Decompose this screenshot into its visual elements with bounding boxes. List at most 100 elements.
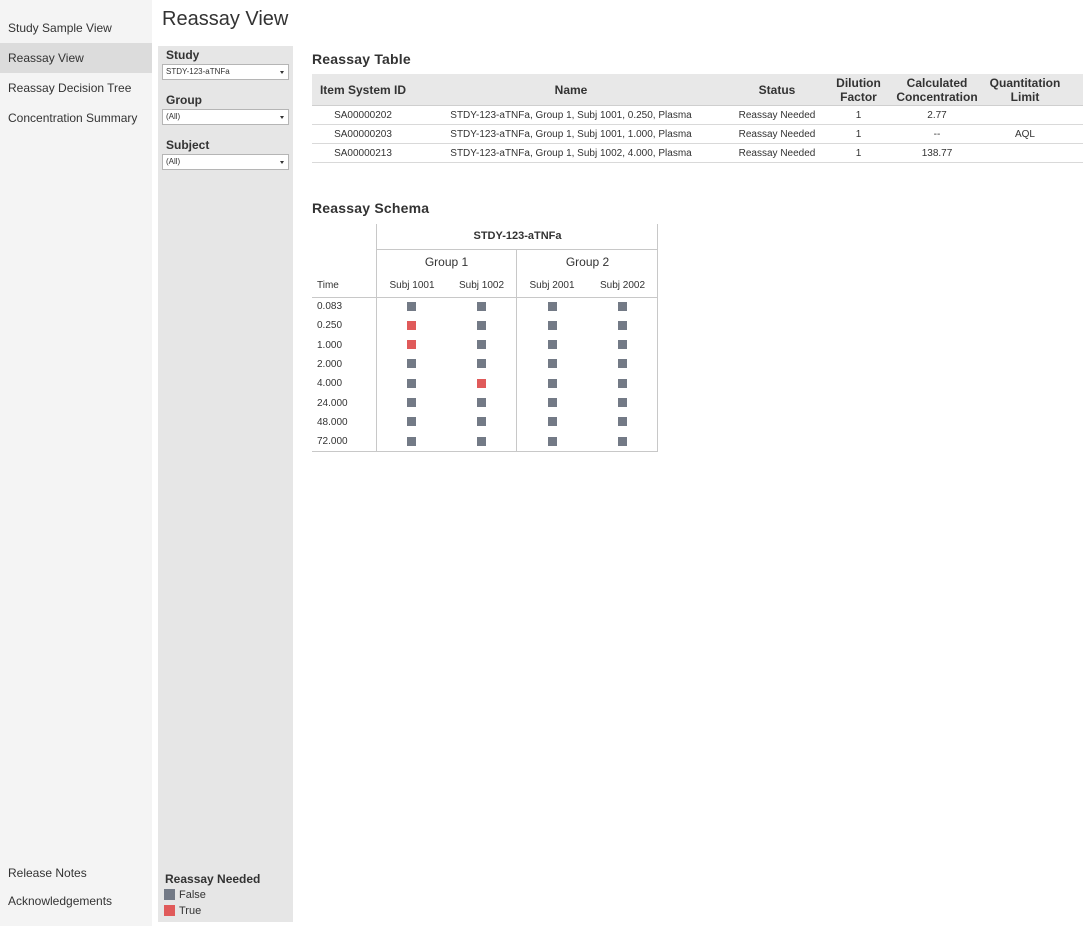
schema-cell-reassay-false[interactable] <box>617 378 627 388</box>
schema-cell-reassay-false[interactable] <box>547 378 557 388</box>
page-title: Reassay View <box>162 8 289 30</box>
schema-subject-header: Subj 2002 <box>599 280 646 291</box>
schema-cell-reassay-false[interactable] <box>617 320 627 330</box>
schema-cell-reassay-false[interactable] <box>476 340 486 350</box>
schema-cell-reassay-false[interactable] <box>617 301 627 311</box>
schema-cell-reassay-false[interactable] <box>406 301 416 311</box>
legend-label-false: False <box>179 889 206 901</box>
schema-subject-header: Subj 1001 <box>389 280 435 291</box>
cell-status: Reassay Needed <box>738 148 816 159</box>
legend-item-false[interactable]: False <box>164 889 206 902</box>
nav-item-acknowledgements[interactable]: Acknowledgements <box>0 886 152 916</box>
schema-cell-reassay-false[interactable] <box>617 436 627 446</box>
cell-item-id: SA00000202 <box>334 110 392 121</box>
schema-time-label: 72.000 <box>317 436 348 448</box>
schema-cell-reassay-false[interactable] <box>476 320 486 330</box>
nav-item-reassay-view[interactable]: Reassay View <box>0 43 152 73</box>
divider <box>377 249 658 250</box>
schema-cell-reassay-true[interactable] <box>406 320 416 330</box>
table-row[interactable]: SA00000202 STDY-123-aTNFa, Group 1, Subj… <box>312 106 1083 125</box>
schema-group-header: Group 1 <box>424 255 469 269</box>
header-calc-line2: Concentration <box>896 90 978 104</box>
schema-cell-reassay-false[interactable] <box>406 378 416 388</box>
left-nav: Study Sample View Reassay View Reassay D… <box>0 0 152 926</box>
study-dropdown-value: STDY-123-aTNFa <box>166 67 230 76</box>
schema-cell-reassay-true[interactable] <box>476 378 486 388</box>
cell-name: STDY-123-aTNFa, Group 1, Subj 1002, 4.00… <box>450 148 692 159</box>
study-dropdown[interactable]: STDY-123-aTNFa <box>162 64 289 80</box>
cell-dilution: 1 <box>855 110 862 121</box>
schema-cell-reassay-false[interactable] <box>406 436 416 446</box>
schema-cell-reassay-false[interactable] <box>476 359 486 369</box>
schema-group-header: Group 2 <box>565 255 610 269</box>
table-row[interactable]: SA00000203 STDY-123-aTNFa, Group 1, Subj… <box>312 125 1083 144</box>
cell-dilution: 1 <box>855 129 862 140</box>
schema-time-header: Time <box>317 280 339 291</box>
header-status[interactable]: Status <box>717 83 837 97</box>
cell-item-id: SA00000203 <box>334 129 392 140</box>
table-header: Item System ID Name Status Dilution Fact… <box>312 74 1083 106</box>
schema-cell-reassay-false[interactable] <box>617 417 627 427</box>
schema-cell-reassay-false[interactable] <box>406 359 416 369</box>
cell-quant: AQL <box>1014 129 1035 140</box>
schema-cell-reassay-false[interactable] <box>476 398 486 407</box>
schema-cell-reassay-true[interactable] <box>406 340 416 350</box>
header-quantitation-limit[interactable]: Quantitation Limit <box>984 76 1066 104</box>
schema-time-label: 1.000 <box>317 339 343 351</box>
legend-item-true[interactable]: True <box>164 905 201 918</box>
schema-cell-reassay-false[interactable] <box>547 359 557 369</box>
schema-time-label: 0.250 <box>317 320 343 332</box>
table-row[interactable]: SA00000213 STDY-123-aTNFa, Group 1, Subj… <box>312 144 1083 163</box>
cell-dilution: 1 <box>855 148 862 159</box>
schema-cell-reassay-false[interactable] <box>547 301 557 311</box>
nav-item-study-sample-view[interactable]: Study Sample View <box>0 13 152 43</box>
schema-cell-reassay-false[interactable] <box>476 417 486 427</box>
chevron-down-icon <box>280 71 284 74</box>
schema-time-label: 0.083 <box>317 301 343 312</box>
group-dropdown[interactable]: (All) <box>162 109 289 125</box>
cell-item-id: SA00000213 <box>334 148 392 159</box>
cell-calc: 138.77 <box>921 148 953 159</box>
cell-name: STDY-123-aTNFa, Group 1, Subj 1001, 0.25… <box>450 110 692 121</box>
nav-item-release-notes[interactable]: Release Notes <box>0 858 152 888</box>
schema-cell-reassay-false[interactable] <box>547 320 557 330</box>
schema-cell-reassay-false[interactable] <box>547 417 557 427</box>
reassay-schema-grid: STDY-123-aTNFa Group 1 Group 2 Time Subj… <box>312 224 658 452</box>
study-filter-label: Study <box>166 48 200 62</box>
schema-time-label: 24.000 <box>317 397 348 409</box>
header-quant-line2: Limit <box>1010 90 1040 104</box>
header-name[interactable]: Name <box>440 83 702 97</box>
schema-cell-reassay-false[interactable] <box>476 301 486 311</box>
schema-time-label: 4.000 <box>317 378 343 390</box>
header-dilution-factor[interactable]: Dilution Factor <box>827 76 890 104</box>
reassay-schema-title: Reassay Schema <box>312 200 430 216</box>
cell-calc: 2.77 <box>927 110 947 121</box>
schema-cell-reassay-false[interactable] <box>476 436 486 446</box>
schema-cell-reassay-false[interactable] <box>617 398 627 407</box>
header-dilution-line2: Factor <box>840 90 877 104</box>
schema-cell-reassay-false[interactable] <box>547 436 557 446</box>
schema-cell-reassay-false[interactable] <box>547 340 557 350</box>
schema-cell-reassay-false[interactable] <box>547 398 557 407</box>
header-calculated-concentration[interactable]: Calculated Concentration <box>892 76 982 104</box>
legend-swatch-true <box>164 905 175 916</box>
reassay-table-title: Reassay Table <box>312 51 411 67</box>
cell-calc: -- <box>933 129 941 140</box>
header-quant-line1: Quantitation <box>989 76 1061 90</box>
subject-dropdown[interactable]: (All) <box>162 154 289 170</box>
schema-cell-reassay-false[interactable] <box>617 340 627 350</box>
cell-status: Reassay Needed <box>738 129 816 140</box>
nav-item-concentration-summary[interactable]: Concentration Summary <box>0 103 152 133</box>
nav-item-reassay-decision-tree[interactable]: Reassay Decision Tree <box>0 73 152 103</box>
schema-cell-reassay-false[interactable] <box>406 417 416 427</box>
schema-cell-reassay-false[interactable] <box>406 398 416 407</box>
schema-study-header: STDY-123-aTNFa <box>473 230 562 242</box>
schema-time-label: 48.000 <box>317 416 348 428</box>
header-item-system-id[interactable]: Item System ID <box>312 83 414 97</box>
schema-time-label: 2.000 <box>317 358 343 370</box>
legend-label-true: True <box>179 905 202 917</box>
filter-panel: Study STDY-123-aTNFa Group (All) Subject… <box>158 46 293 922</box>
schema-cell-reassay-false[interactable] <box>617 359 627 369</box>
schema-subject-header: Subj 2001 <box>529 280 575 291</box>
legend-title: Reassay Needed <box>165 872 261 886</box>
